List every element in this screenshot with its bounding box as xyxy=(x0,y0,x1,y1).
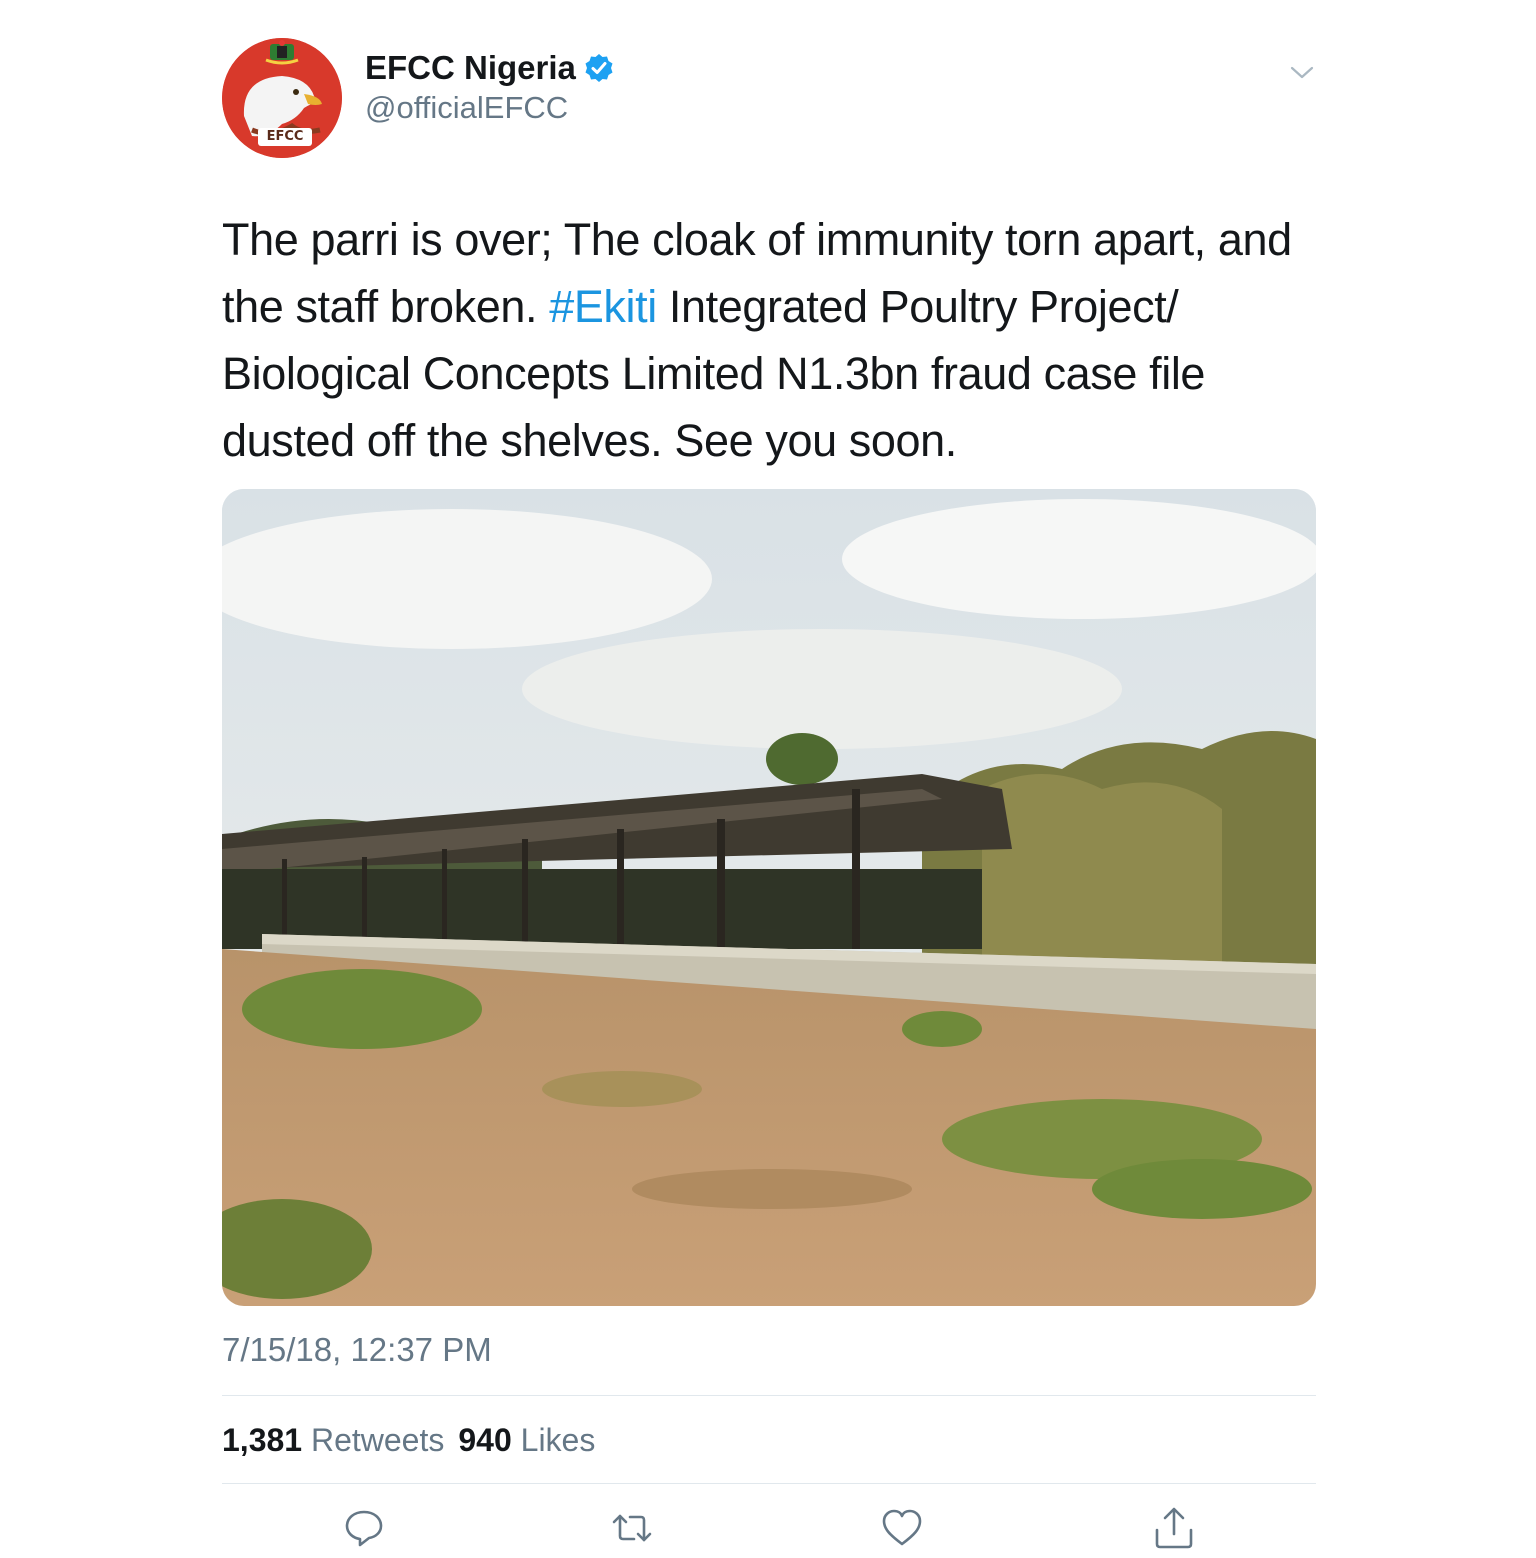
photo-image xyxy=(222,489,1316,1306)
reply-icon xyxy=(345,1510,383,1547)
divider xyxy=(222,1395,1316,1396)
retweets-count: 1,381 xyxy=(222,1422,303,1458)
avatar-badge-text: EFCC xyxy=(258,128,312,146)
avatar[interactable]: EFCC xyxy=(222,38,342,158)
handle[interactable]: @officialEFCC xyxy=(365,88,614,128)
tweet: EFCC EFCC Nigeria @officialEFCC The parr… xyxy=(222,0,1316,1558)
author-names[interactable]: EFCC Nigeria @officialEFCC xyxy=(365,48,614,128)
share-button[interactable] xyxy=(1152,1506,1196,1550)
like-icon xyxy=(882,1509,922,1546)
chevron-down-icon[interactable] xyxy=(1288,58,1316,86)
retweet-button[interactable] xyxy=(610,1506,654,1550)
likes-count: 940 xyxy=(458,1422,512,1458)
tweet-actions xyxy=(222,1506,1316,1554)
retweet-icon xyxy=(612,1514,652,1542)
tweet-timestamp[interactable]: 7/15/18, 12:37 PM xyxy=(222,1328,492,1372)
share-icon xyxy=(1155,1507,1193,1549)
like-button[interactable] xyxy=(880,1506,924,1550)
retweets-stat[interactable]: 1,381 Retweets xyxy=(222,1422,444,1458)
reply-button[interactable] xyxy=(342,1506,386,1550)
verified-badge-icon xyxy=(585,54,613,82)
tweet-stats: 1,381 Retweets 940 Likes xyxy=(222,1418,595,1462)
likes-stat[interactable]: 940 Likes xyxy=(458,1422,595,1458)
tweet-photo[interactable] xyxy=(222,489,1316,1306)
likes-label: Likes xyxy=(520,1422,596,1458)
hashtag-link[interactable]: #Ekiti xyxy=(549,281,657,332)
retweets-label: Retweets xyxy=(310,1422,445,1458)
tweet-text: The parri is over; The cloak of immunity… xyxy=(222,206,1322,474)
display-name[interactable]: EFCC Nigeria xyxy=(365,48,576,88)
divider xyxy=(222,1483,1316,1484)
